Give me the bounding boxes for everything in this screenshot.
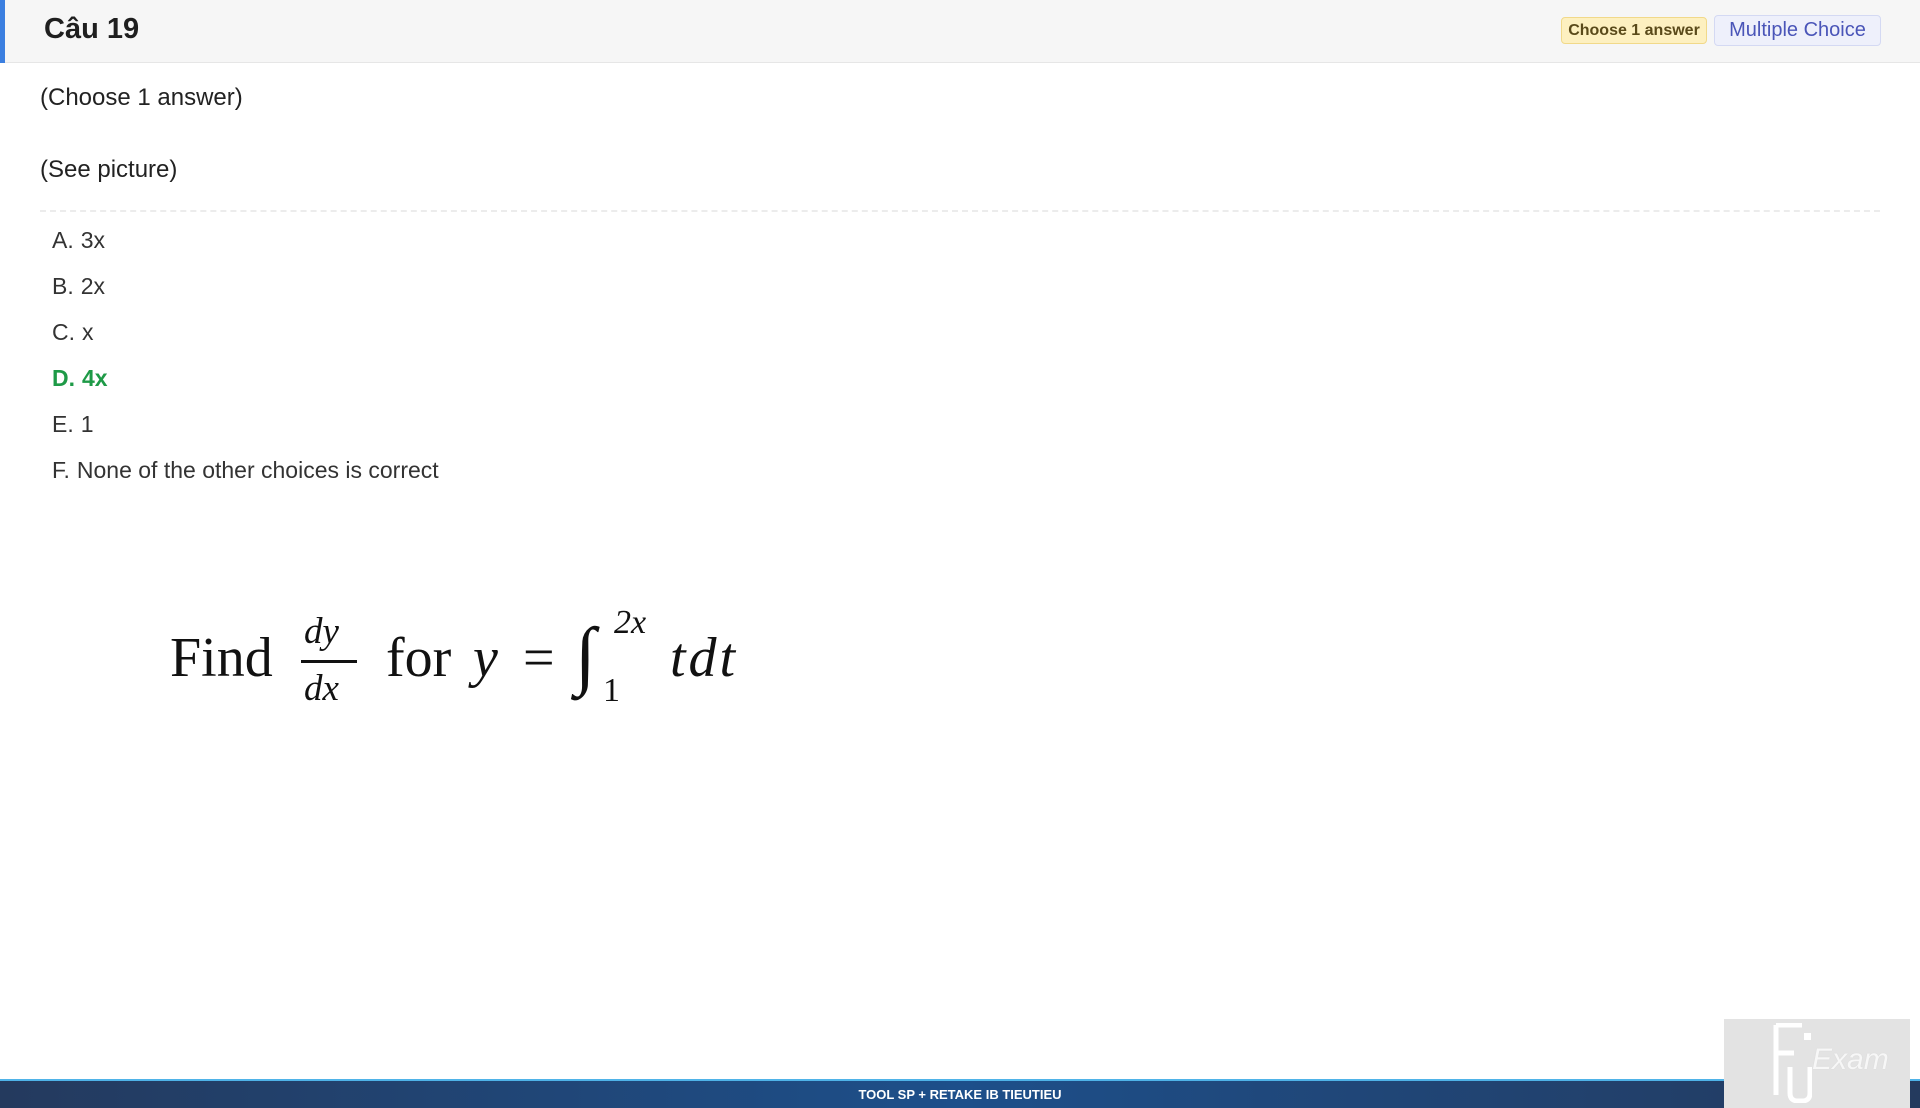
question-formula-image: Find dy dx for y = ∫ 2x 1 tdt bbox=[168, 604, 768, 718]
answer-text: 2x bbox=[80, 273, 106, 299]
answer-text: None of the other choices is correct bbox=[76, 457, 439, 483]
question-header: Câu 19 Choose 1 answer Multiple Choice bbox=[0, 0, 1920, 63]
divider bbox=[40, 210, 1880, 212]
answer-text: x bbox=[82, 319, 94, 345]
question-instruction: (Choose 1 answer) bbox=[40, 84, 243, 111]
fraction-bar bbox=[301, 660, 357, 663]
answer-letter: E. bbox=[52, 411, 74, 437]
fu-exam-logo-icon bbox=[1773, 1023, 1812, 1103]
formula-lhs: y bbox=[473, 627, 498, 689]
formula-equals: = bbox=[523, 627, 555, 689]
formula-for: for bbox=[386, 627, 452, 689]
answer-letter: C. bbox=[52, 319, 75, 345]
answer-text: 4x bbox=[82, 365, 108, 391]
answer-text: 3x bbox=[80, 227, 106, 253]
answer-option-e[interactable]: E. 1 bbox=[52, 408, 439, 454]
answer-letter: B. bbox=[52, 273, 74, 299]
formula-find: Find bbox=[170, 627, 273, 689]
answer-option-a[interactable]: A. 3x bbox=[52, 224, 439, 270]
integral-upper-limit: 2x bbox=[614, 604, 647, 641]
choose-answer-badge: Choose 1 answer bbox=[1561, 17, 1707, 44]
integral-sign: ∫ bbox=[575, 613, 596, 697]
answer-letter: F. bbox=[52, 457, 70, 483]
footer-bar: TOOL SP + RETAKE IB TIEUTIEU bbox=[0, 1079, 1920, 1108]
answer-letter: A. bbox=[52, 227, 74, 253]
answer-option-b[interactable]: B. 2x bbox=[52, 270, 439, 316]
formula-numerator: dy bbox=[304, 611, 339, 652]
answer-option-d[interactable]: D. 4x bbox=[52, 362, 439, 408]
integral-lower-limit: 1 bbox=[603, 672, 620, 709]
header-accent-bar bbox=[0, 0, 5, 63]
answer-option-c[interactable]: C. x bbox=[52, 316, 439, 362]
answer-list: A. 3x B. 2x C. x D. 4x E. 1 F. None of t… bbox=[52, 224, 439, 500]
fu-exam-logo: Exam bbox=[1724, 1019, 1910, 1108]
formula-integrand: tdt bbox=[670, 627, 739, 689]
answer-letter: D. bbox=[52, 365, 75, 391]
question-type-badge: Multiple Choice bbox=[1714, 15, 1881, 46]
answer-text: 1 bbox=[80, 411, 94, 437]
question-body: (See picture) bbox=[40, 156, 178, 183]
page: Câu 19 Choose 1 answer Multiple Choice (… bbox=[0, 0, 1920, 1108]
logo-text: Exam bbox=[1812, 1043, 1889, 1076]
formula-denominator: dx bbox=[304, 668, 339, 709]
answer-option-f[interactable]: F. None of the other choices is correct bbox=[52, 454, 439, 500]
question-title: Câu 19 bbox=[44, 13, 140, 45]
footer-text: TOOL SP + RETAKE IB TIEUTIEU bbox=[858, 1087, 1062, 1102]
